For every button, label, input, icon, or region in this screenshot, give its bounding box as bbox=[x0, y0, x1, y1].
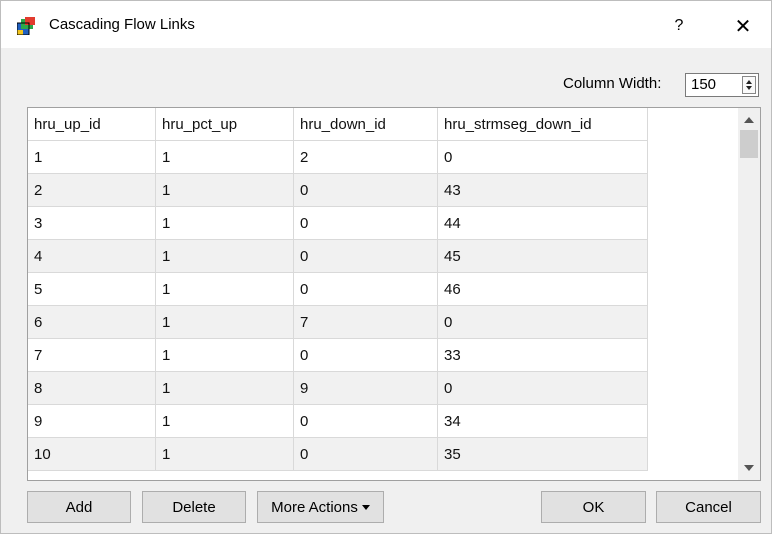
column-width-label: Column Width: bbox=[563, 75, 662, 92]
table-row[interactable]: 9 1 0 34 bbox=[28, 405, 648, 438]
caret-down-icon bbox=[361, 504, 370, 510]
column-header[interactable]: hru_pct_up bbox=[156, 108, 294, 141]
table-cell[interactable]: 7 bbox=[294, 306, 438, 339]
table-cell[interactable]: 0 bbox=[294, 273, 438, 306]
table-row[interactable]: 8190 bbox=[28, 372, 648, 405]
spinbox-arrows[interactable] bbox=[742, 76, 756, 94]
column-width-spinbox[interactable]: 150 bbox=[685, 73, 759, 97]
column-header[interactable]: hru_down_id bbox=[294, 108, 438, 141]
table-cell[interactable]: 9 bbox=[28, 405, 156, 438]
table-cell[interactable]: 34 bbox=[438, 405, 648, 438]
vertical-scrollbar[interactable] bbox=[738, 108, 760, 480]
spin-up-icon[interactable] bbox=[746, 80, 752, 84]
table-cell[interactable]: 7 bbox=[28, 339, 156, 372]
table-cell[interactable]: 0 bbox=[294, 438, 438, 471]
ok-button[interactable]: OK bbox=[541, 491, 646, 523]
table-row[interactable]: 2 1 0 43 bbox=[28, 174, 648, 207]
more-actions-button[interactable]: More Actions bbox=[257, 491, 384, 523]
spin-down-icon[interactable] bbox=[746, 86, 752, 90]
table-cell[interactable]: 1 bbox=[156, 141, 294, 174]
dialog-window: Cascading Flow Links ? ✕ Column Width: 1… bbox=[0, 0, 772, 534]
table-cell[interactable]: 8 bbox=[28, 372, 156, 405]
column-width-value[interactable]: 150 bbox=[691, 76, 716, 93]
scroll-down-icon[interactable] bbox=[744, 465, 754, 471]
scroll-thumb[interactable] bbox=[740, 130, 758, 158]
help-button[interactable]: ? bbox=[661, 11, 697, 41]
table-cell[interactable]: 1 bbox=[156, 207, 294, 240]
table-cell[interactable]: 0 bbox=[294, 405, 438, 438]
cascade-table: hru_up_id hru_pct_up hru_down_id hru_strmse… bbox=[27, 107, 761, 481]
table-cell[interactable]: 0 bbox=[438, 141, 648, 174]
table-cell[interactable]: 0 bbox=[294, 207, 438, 240]
scroll-up-icon[interactable] bbox=[744, 117, 754, 123]
table-cell[interactable]: 5 bbox=[28, 273, 156, 306]
table-cell[interactable]: 1 bbox=[156, 174, 294, 207]
table-cell[interactable]: 1 bbox=[28, 141, 156, 174]
table-cell[interactable]: 45 bbox=[438, 240, 648, 273]
title-bar: Cascading Flow Links ? ✕ bbox=[1, 1, 771, 48]
table-cell[interactable]: 33 bbox=[438, 339, 648, 372]
table-cell[interactable]: 3 bbox=[28, 207, 156, 240]
delete-button[interactable]: Delete bbox=[142, 491, 246, 523]
table-row[interactable]: 7 1 0 33 bbox=[28, 339, 648, 372]
table-row[interactable]: 5 1 0 46 bbox=[28, 273, 648, 306]
table-cell[interactable]: 9 bbox=[294, 372, 438, 405]
table-cell[interactable]: 0 bbox=[294, 174, 438, 207]
table-cell[interactable]: 0 bbox=[294, 339, 438, 372]
table-cell[interactable]: 0 bbox=[438, 306, 648, 339]
table-cell[interactable]: 2 bbox=[28, 174, 156, 207]
table-row[interactable]: 1120 bbox=[28, 141, 648, 174]
table-cell[interactable]: 1 bbox=[156, 438, 294, 471]
table-cell[interactable]: 1 bbox=[156, 240, 294, 273]
cancel-button[interactable]: Cancel bbox=[656, 491, 761, 523]
table-cell[interactable]: 44 bbox=[438, 207, 648, 240]
table-cell[interactable]: 43 bbox=[438, 174, 648, 207]
table-row[interactable]: 6170 bbox=[28, 306, 648, 339]
add-button[interactable]: Add bbox=[27, 491, 131, 523]
table-cell[interactable]: 2 bbox=[294, 141, 438, 174]
window-title: Cascading Flow Links bbox=[49, 16, 195, 33]
table-cell[interactable]: 1 bbox=[156, 273, 294, 306]
table-cell[interactable]: 10 bbox=[28, 438, 156, 471]
table-cell[interactable]: 46 bbox=[438, 273, 648, 306]
table-cell[interactable]: 6 bbox=[28, 306, 156, 339]
table-row[interactable]: 3 1 0 44 bbox=[28, 207, 648, 240]
table-cell[interactable]: 35 bbox=[438, 438, 648, 471]
table-row[interactable]: 10 1 0 35 bbox=[28, 438, 648, 471]
column-header[interactable]: hru_strmseg_down_id bbox=[438, 108, 648, 141]
more-actions-label: More Actions bbox=[271, 498, 358, 516]
table-header-row: hru_up_id hru_pct_up hru_down_id hru_strmse… bbox=[28, 108, 648, 141]
table-cell[interactable]: 1 bbox=[156, 339, 294, 372]
table-row[interactable]: 4 1 0 45 bbox=[28, 240, 648, 273]
table-cell[interactable]: 1 bbox=[156, 372, 294, 405]
app-icon bbox=[17, 17, 35, 35]
table-cell[interactable]: 0 bbox=[294, 240, 438, 273]
table-cell[interactable]: 4 bbox=[28, 240, 156, 273]
table-cell[interactable]: 1 bbox=[156, 306, 294, 339]
close-button[interactable]: ✕ bbox=[723, 11, 763, 41]
column-header[interactable]: hru_up_id bbox=[28, 108, 156, 141]
table-cell[interactable]: 0 bbox=[438, 372, 648, 405]
table-cell[interactable]: 1 bbox=[156, 405, 294, 438]
